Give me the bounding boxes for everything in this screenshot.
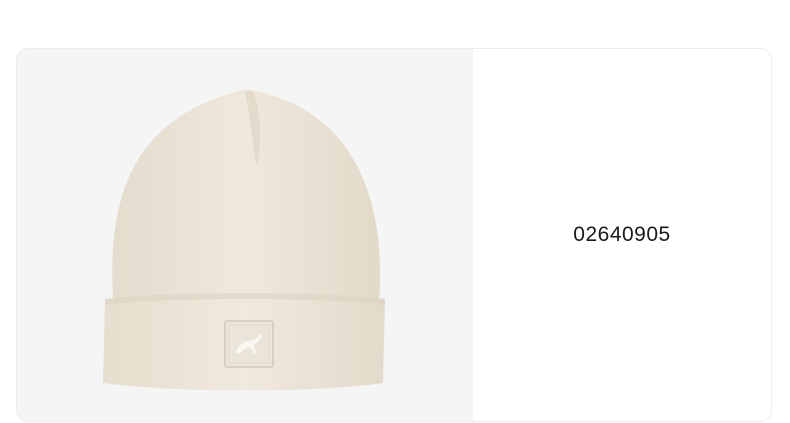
product-image[interactable] xyxy=(17,49,473,421)
product-info: 02640905 xyxy=(473,49,771,421)
product-card[interactable]: 02640905 xyxy=(16,48,772,422)
puma-cat-logo-icon xyxy=(224,320,274,368)
beanie-illustration xyxy=(103,89,385,391)
product-code: 02640905 xyxy=(573,223,671,246)
beanie-crown xyxy=(112,89,381,301)
